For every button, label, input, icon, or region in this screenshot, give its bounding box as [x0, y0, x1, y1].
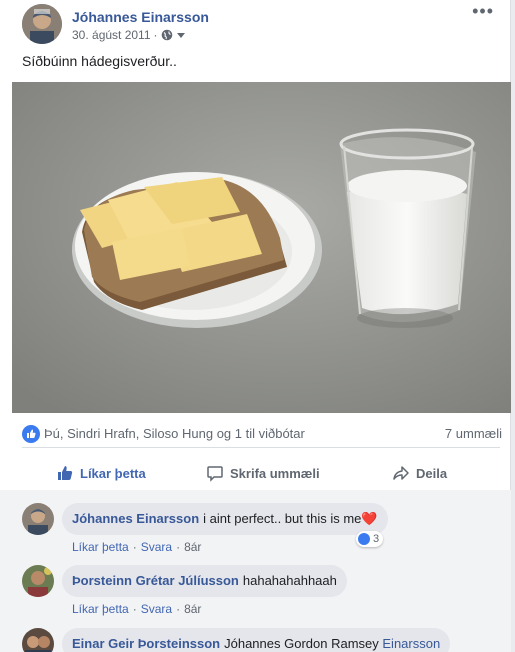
comment-bubble: Einar Geir Þorsteinsson Jóhannes Gordon R…	[62, 628, 451, 652]
author-avatar[interactable]	[22, 4, 62, 44]
comment-author[interactable]: Jóhannes Einarsson	[72, 511, 199, 526]
comment-bubble: Jóhannes Einarsson i aint perfect.. but t…	[62, 503, 388, 535]
comment-mention[interactable]: Einarsson	[382, 636, 440, 651]
comment-author[interactable]: Einar Geir Þorsteinsson	[72, 636, 220, 651]
comment-text: i aint perfect.. but this is me	[203, 511, 362, 526]
comments-section: Jóhannes Einarsson i aint perfect.. but t…	[0, 490, 511, 652]
comment-author[interactable]: Þorsteinn Grétar Júlíusson	[72, 573, 239, 588]
post-meta: 30. ágúst 2011 ·	[72, 28, 185, 42]
share-button[interactable]: Deila	[392, 456, 447, 490]
post-text: Síðbúinn hádegisverður..	[22, 53, 177, 69]
share-icon	[393, 466, 409, 480]
post-author[interactable]: Jóhannes Einarsson	[72, 9, 209, 25]
comment-like-link[interactable]: Líkar þetta	[72, 540, 129, 554]
post-card: Jóhannes Einarsson 30. ágúst 2011 · ••• …	[0, 0, 511, 652]
like-label: Líkar þetta	[80, 465, 146, 481]
comment-reply-link[interactable]: Svara	[141, 540, 172, 554]
comment-label: Skrifa ummæli	[230, 465, 320, 481]
comment-reaction-count: 3	[373, 533, 380, 545]
post-actions: Líkar þetta Skrifa ummæli Deila	[22, 456, 502, 490]
like-badge-icon	[22, 425, 40, 443]
like-icon	[58, 466, 73, 480]
reaction-names[interactable]: Þú, Sindri Hrafn, Siloso Hung og 1 til v…	[44, 426, 305, 441]
comment-button[interactable]: Skrifa ummæli	[206, 456, 320, 490]
heart-emoji: ❤️	[361, 511, 378, 526]
comments-count[interactable]: 7 ummæli	[445, 426, 502, 441]
caret-down-icon[interactable]	[176, 32, 185, 38]
comment-actions: Líkar þetta · Svara · 8ár	[72, 540, 202, 554]
comment-text: Jóhannes Gordon Ramsey	[224, 636, 379, 651]
post-photo[interactable]	[12, 82, 511, 413]
divider	[22, 447, 500, 448]
page-edge	[511, 0, 515, 652]
comment-icon	[207, 466, 223, 482]
comment-reply-link[interactable]: Svara	[141, 602, 172, 616]
post-date[interactable]: 30. ágúst 2011	[72, 28, 151, 42]
globe-icon	[161, 29, 173, 41]
comment-actions: Líkar þetta · Svara · 8ár	[72, 602, 202, 616]
like-badge-icon	[358, 533, 370, 545]
comment-avatar[interactable]	[22, 503, 54, 535]
comment-bubble: Þorsteinn Grétar Júlíusson hahahahahhaah	[62, 565, 347, 597]
meta-separator: ·	[153, 28, 158, 42]
share-label: Deila	[416, 465, 448, 481]
comment-avatar[interactable]	[22, 565, 54, 597]
reactions-summary: Þú, Sindri Hrafn, Siloso Hung og 1 til v…	[22, 424, 502, 444]
comment-reactions[interactable]: 3	[356, 531, 384, 547]
like-button[interactable]: Líkar þetta	[56, 456, 146, 490]
comment-time[interactable]: 8ár	[184, 540, 201, 554]
comment-like-link[interactable]: Líkar þetta	[72, 602, 129, 616]
comment-time[interactable]: 8ár	[184, 602, 201, 616]
comment-text: hahahahahhaah	[242, 573, 337, 588]
comment-avatar[interactable]	[22, 628, 54, 652]
post-header: Jóhannes Einarsson 30. ágúst 2011 · •••	[22, 2, 502, 46]
more-icon[interactable]: •••	[472, 2, 494, 20]
